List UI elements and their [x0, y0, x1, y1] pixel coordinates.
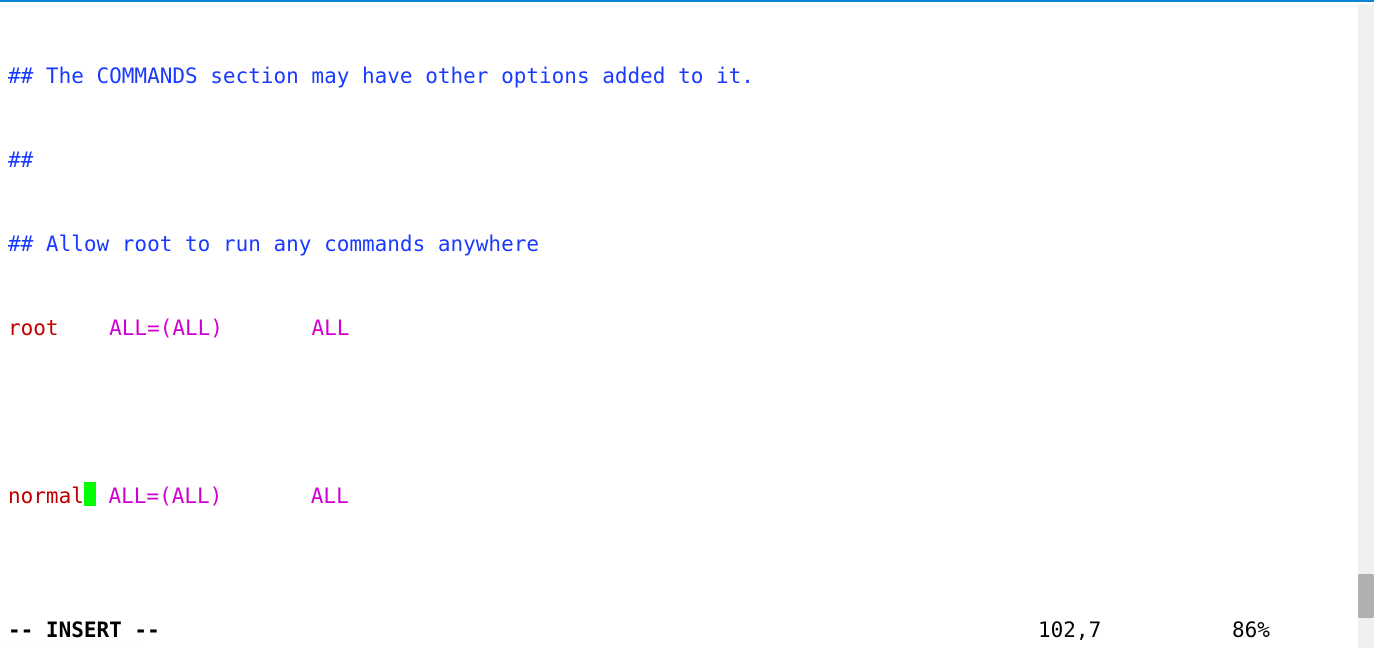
comment-line: ## Allow root to run any commands anywhe… — [8, 232, 539, 256]
comment-line: ## — [8, 148, 33, 172]
sudoers-user-root: root — [8, 316, 59, 340]
cursor — [84, 482, 96, 506]
sudoers-user-normal: normal — [8, 484, 84, 508]
sudoers-spec: ALL=(ALL) ALL — [59, 316, 350, 340]
scrollbar-track[interactable] — [1358, 4, 1374, 648]
comment-line: ## The COMMANDS section may have other o… — [8, 64, 754, 88]
scrollbar-thumb[interactable] — [1358, 574, 1374, 618]
vim-status-bar: -- INSERT -- 102,7 86% — [8, 616, 1348, 644]
vim-cursor-position: 102,7 — [1038, 616, 1101, 644]
editor-content[interactable]: ## The COMMANDS section may have other o… — [8, 6, 1171, 648]
vim-mode: -- INSERT -- — [8, 618, 160, 642]
sudoers-spec: ALL=(ALL) ALL — [96, 484, 349, 508]
terminal-viewport: ## The COMMANDS section may have other o… — [0, 0, 1374, 648]
vim-scroll-percent: 86% — [1232, 616, 1270, 644]
